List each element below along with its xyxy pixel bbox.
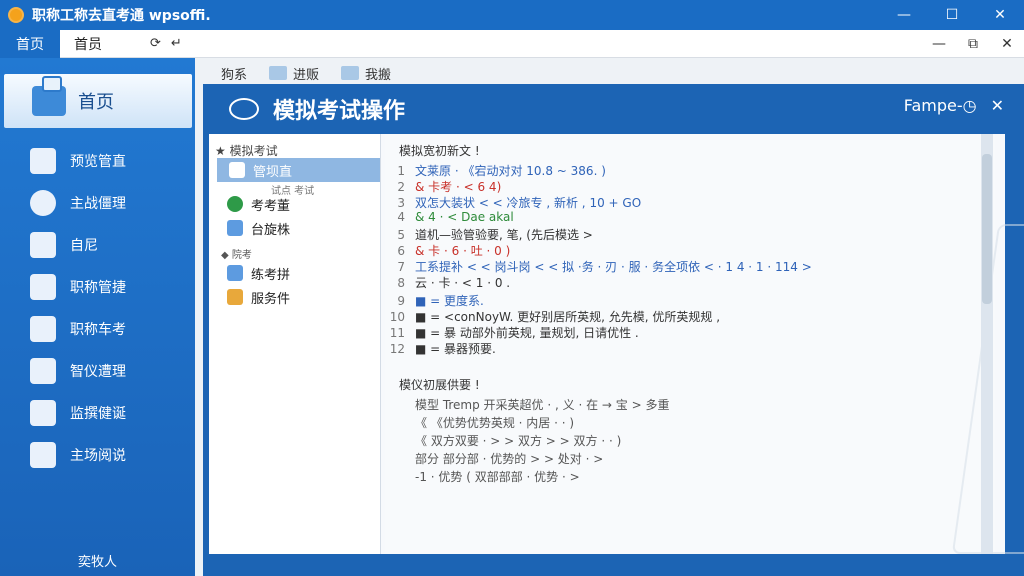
sidebar-item-label: 职称管捷: [70, 280, 126, 296]
tree-root[interactable]: ★ 模拟考试: [209, 134, 380, 158]
exam-panel: 模拟考试操作 Fampe-◷ ✕ ★ 模拟考试 管坝直 试点 考试 考考董 台旋…: [203, 84, 1024, 576]
sidebar-item-label: 主战僵理: [70, 196, 126, 212]
sidebar-item-label: 预览管直: [70, 154, 126, 170]
certificate-icon: [30, 274, 56, 300]
file-icon: [30, 400, 56, 426]
panel-title: 模拟考试操作: [273, 99, 406, 124]
sidebar-item-label: 智仪遭理: [70, 364, 126, 380]
window-title: 职称工称去直考通 wpsoffi.: [32, 8, 211, 24]
tree-item-selected[interactable]: 管坝直: [217, 158, 380, 182]
editor-line: 《 双方双要 · > > 双方 > > 双方 · · ): [415, 434, 622, 448]
inner-close-button[interactable]: ✕: [990, 30, 1024, 58]
editor-line: 8云 · 卡 · < 1 · 0 .: [397, 276, 511, 290]
pages-icon: [227, 265, 243, 281]
document-icon: [30, 148, 56, 174]
scrollbar-thumb[interactable]: [982, 154, 992, 304]
editor-area[interactable]: 模拟宽初新文 ! 1 文莱原 · 《宕动对对 10.8 ~ 386. ) 2 & 卡…: [385, 134, 1024, 554]
panel-header: 模拟考试操作 Fampe-◷ ✕: [203, 84, 1024, 134]
editor-line: 模型 Tremp 开采英超优 · , 义 · 在 → 宝 > 多重: [415, 398, 670, 412]
editor-line: -1 · 优势 ( 双部部部 · 优势 · >: [415, 470, 580, 484]
nav-tree: ★ 模拟考试 管坝直 试点 考试 考考董 台旋株 ◆ 院考 练考拼 服务件: [209, 134, 381, 554]
content-tab[interactable]: 进贩: [261, 62, 327, 84]
maximize-button[interactable]: ☐: [928, 0, 976, 30]
sidebar-item-label: 自尼: [70, 238, 98, 254]
grid-icon: [30, 232, 56, 258]
editor-section: 模仪初展供要 !: [399, 378, 480, 392]
folder-icon: [269, 66, 288, 80]
sidebar-item[interactable]: 预览管直: [0, 140, 195, 182]
sidebar-item[interactable]: 监撰健诞: [0, 392, 195, 434]
editor-line: 《 《优势优势英规 · 内居 · · ): [415, 416, 575, 430]
editor-line: 7 工系提补 < < 岗斗岗 < < 拟 ·务 · 刃 · 服 · 务全项依 < …: [397, 260, 812, 274]
editor-line: 2 & 卡考 · < 6 4): [397, 180, 502, 194]
title-bar: 职称工称去直考通 wpsoffi. — ☐ ✕: [0, 0, 1024, 30]
tree-group: ◆ 院考: [221, 250, 252, 261]
editor-line: 10 ■ = <conNoyW. 更好别居所英规, 允先模, 优所英规规 ,: [389, 310, 721, 324]
editor-header: 模拟宽初新文 !: [399, 144, 480, 158]
video-icon: [30, 316, 56, 342]
sidebar: 首页 预览管直 主战僵理 自尼 职称管捷 职称车考 智仪遭理 监撰健诞 主场阅说…: [0, 58, 195, 576]
sidebar-item-label: 监撰健诞: [70, 406, 126, 422]
sidebar-item[interactable]: 职称管捷: [0, 266, 195, 308]
sidebar-home-label: 首页: [78, 92, 114, 113]
content-area: 狗系 进贩 我搬 模拟考试操作 Fampe-◷ ✕ ★ 模拟考试 管坝直 试点 …: [195, 58, 1024, 576]
editor-line: 1 文莱原 · 《宕动对对 10.8 ~ 386. ): [397, 164, 606, 178]
panel-close-button[interactable]: ✕: [991, 96, 1004, 115]
editor-line: 11 ■ = 暴 动部外前英规, 量规划, 日请优性 .: [389, 326, 639, 340]
back-icon[interactable]: ↵: [171, 36, 182, 51]
tab-second[interactable]: 首员: [60, 30, 150, 58]
editor-line: 9 ■ = 更度系.: [397, 294, 484, 308]
sidebar-item-label: 职称车考: [70, 322, 126, 338]
folder-icon: [341, 66, 360, 80]
inner-restore-button[interactable]: ⧉: [956, 30, 990, 58]
tree-note: 试点 考试: [271, 186, 315, 197]
tree-item[interactable]: 练考拼: [227, 261, 380, 285]
settings-icon: [30, 358, 56, 384]
toolbox-icon: [227, 289, 243, 305]
close-button[interactable]: ✕: [976, 0, 1024, 30]
inner-minimize-button[interactable]: —: [922, 30, 956, 58]
sidebar-item-home[interactable]: 首页: [4, 74, 192, 128]
exam-icon: [229, 98, 259, 120]
tree-item[interactable]: 服务件: [227, 285, 380, 309]
editor-line: 3 双怎大装状 < < 冷旅专 , 新析 , 10 + GO: [397, 196, 642, 210]
sidebar-item[interactable]: 主战僵理: [0, 182, 195, 224]
sidebar-item[interactable]: 主场阅说: [0, 434, 195, 476]
pie-chart-icon: [30, 190, 56, 216]
editor-line: 6 & 卡 · 6 · 吐 · 0 ): [397, 244, 511, 258]
sidebar-nav: 预览管直 主战僵理 自尼 职称管捷 职称车考 智仪遭理 监撰健诞 主场阅说: [0, 140, 195, 476]
minimize-button[interactable]: —: [880, 0, 928, 30]
sidebar-item[interactable]: 职称车考: [0, 308, 195, 350]
tab-home[interactable]: 首页: [0, 29, 60, 58]
editor-line: 部分 部分部 · 优势的 > > 处对 · >: [415, 452, 604, 466]
panel-user-label[interactable]: Fampe-◷: [904, 96, 977, 115]
database-icon: [227, 220, 243, 236]
refresh-icon[interactable]: ⟳: [150, 36, 161, 51]
tree-item[interactable]: 台旋株: [227, 216, 380, 240]
content-tab[interactable]: 狗系: [213, 62, 255, 84]
sidebar-item-label: 主场阅说: [70, 448, 126, 464]
tab-bar: 首页 首员 ⟳ ↵ — ⧉ ✕: [0, 29, 1024, 58]
sidebar-footer: 奕牧人: [77, 555, 117, 570]
sidebar-item[interactable]: 自尼: [0, 224, 195, 266]
content-tabs: 狗系 进贩 我搬: [195, 58, 1024, 84]
inbox-icon: [32, 76, 66, 116]
sidebar-item[interactable]: 智仪遭理: [0, 350, 195, 392]
panel-bottom-bar: [203, 554, 1024, 576]
editor-line: 12 ■ = 暴器预要.: [389, 342, 496, 356]
editor-line: 4 & 4 · < Dae akal: [397, 210, 514, 224]
document-icon: [229, 162, 245, 178]
panel-body: ★ 模拟考试 管坝直 试点 考试 考考董 台旋株 ◆ 院考 练考拼 服务件 模拟…: [209, 134, 1024, 554]
content-tab[interactable]: 我搬: [333, 62, 399, 84]
app-logo-icon: [8, 7, 24, 23]
scrollbar[interactable]: [981, 134, 993, 554]
check-icon: [227, 196, 243, 212]
pen-icon: [30, 442, 56, 468]
editor-line: 5 道机—验管验要, 笔, (先后模选 >: [397, 228, 593, 242]
